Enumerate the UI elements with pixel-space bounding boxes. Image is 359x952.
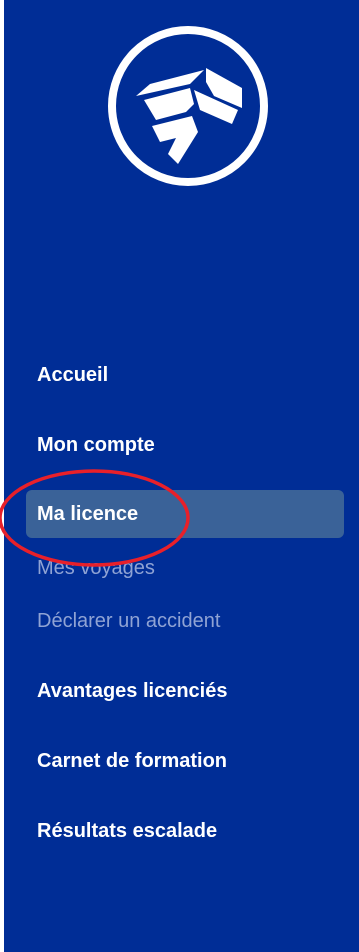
nav-item-ma-licence[interactable]: Ma licence (26, 490, 344, 538)
nav-item-label: Carnet de formation (37, 749, 228, 772)
nav-item-carnet-formation[interactable]: Carnet de formation (26, 737, 344, 785)
nav-item-resultats-escalade[interactable]: Résultats escalade (26, 807, 344, 855)
nav-item-mes-voyages: Mes voyages (26, 544, 344, 592)
nav-item-label: Déclarer un accident (37, 609, 221, 632)
brand-logo-icon[interactable] (106, 24, 270, 188)
nav-item-accueil[interactable]: Accueil (26, 351, 344, 399)
nav-item-label: Ma licence (37, 502, 139, 525)
nav-item-label: Mon compte (37, 433, 155, 456)
nav-item-avantages-licencies[interactable]: Avantages licenciés (26, 667, 344, 715)
sidebar: Accueil Mon compte Ma licence Mes voyage… (4, 0, 359, 952)
nav-item-mon-compte[interactable]: Mon compte (26, 421, 344, 469)
nav-item-label: Accueil (37, 363, 109, 386)
nav-item-declarer-accident: Déclarer un accident (26, 597, 344, 645)
nav-item-label: Mes voyages (37, 556, 155, 579)
nav-item-label: Avantages licenciés (37, 679, 228, 702)
nav-item-label: Résultats escalade (37, 819, 218, 842)
